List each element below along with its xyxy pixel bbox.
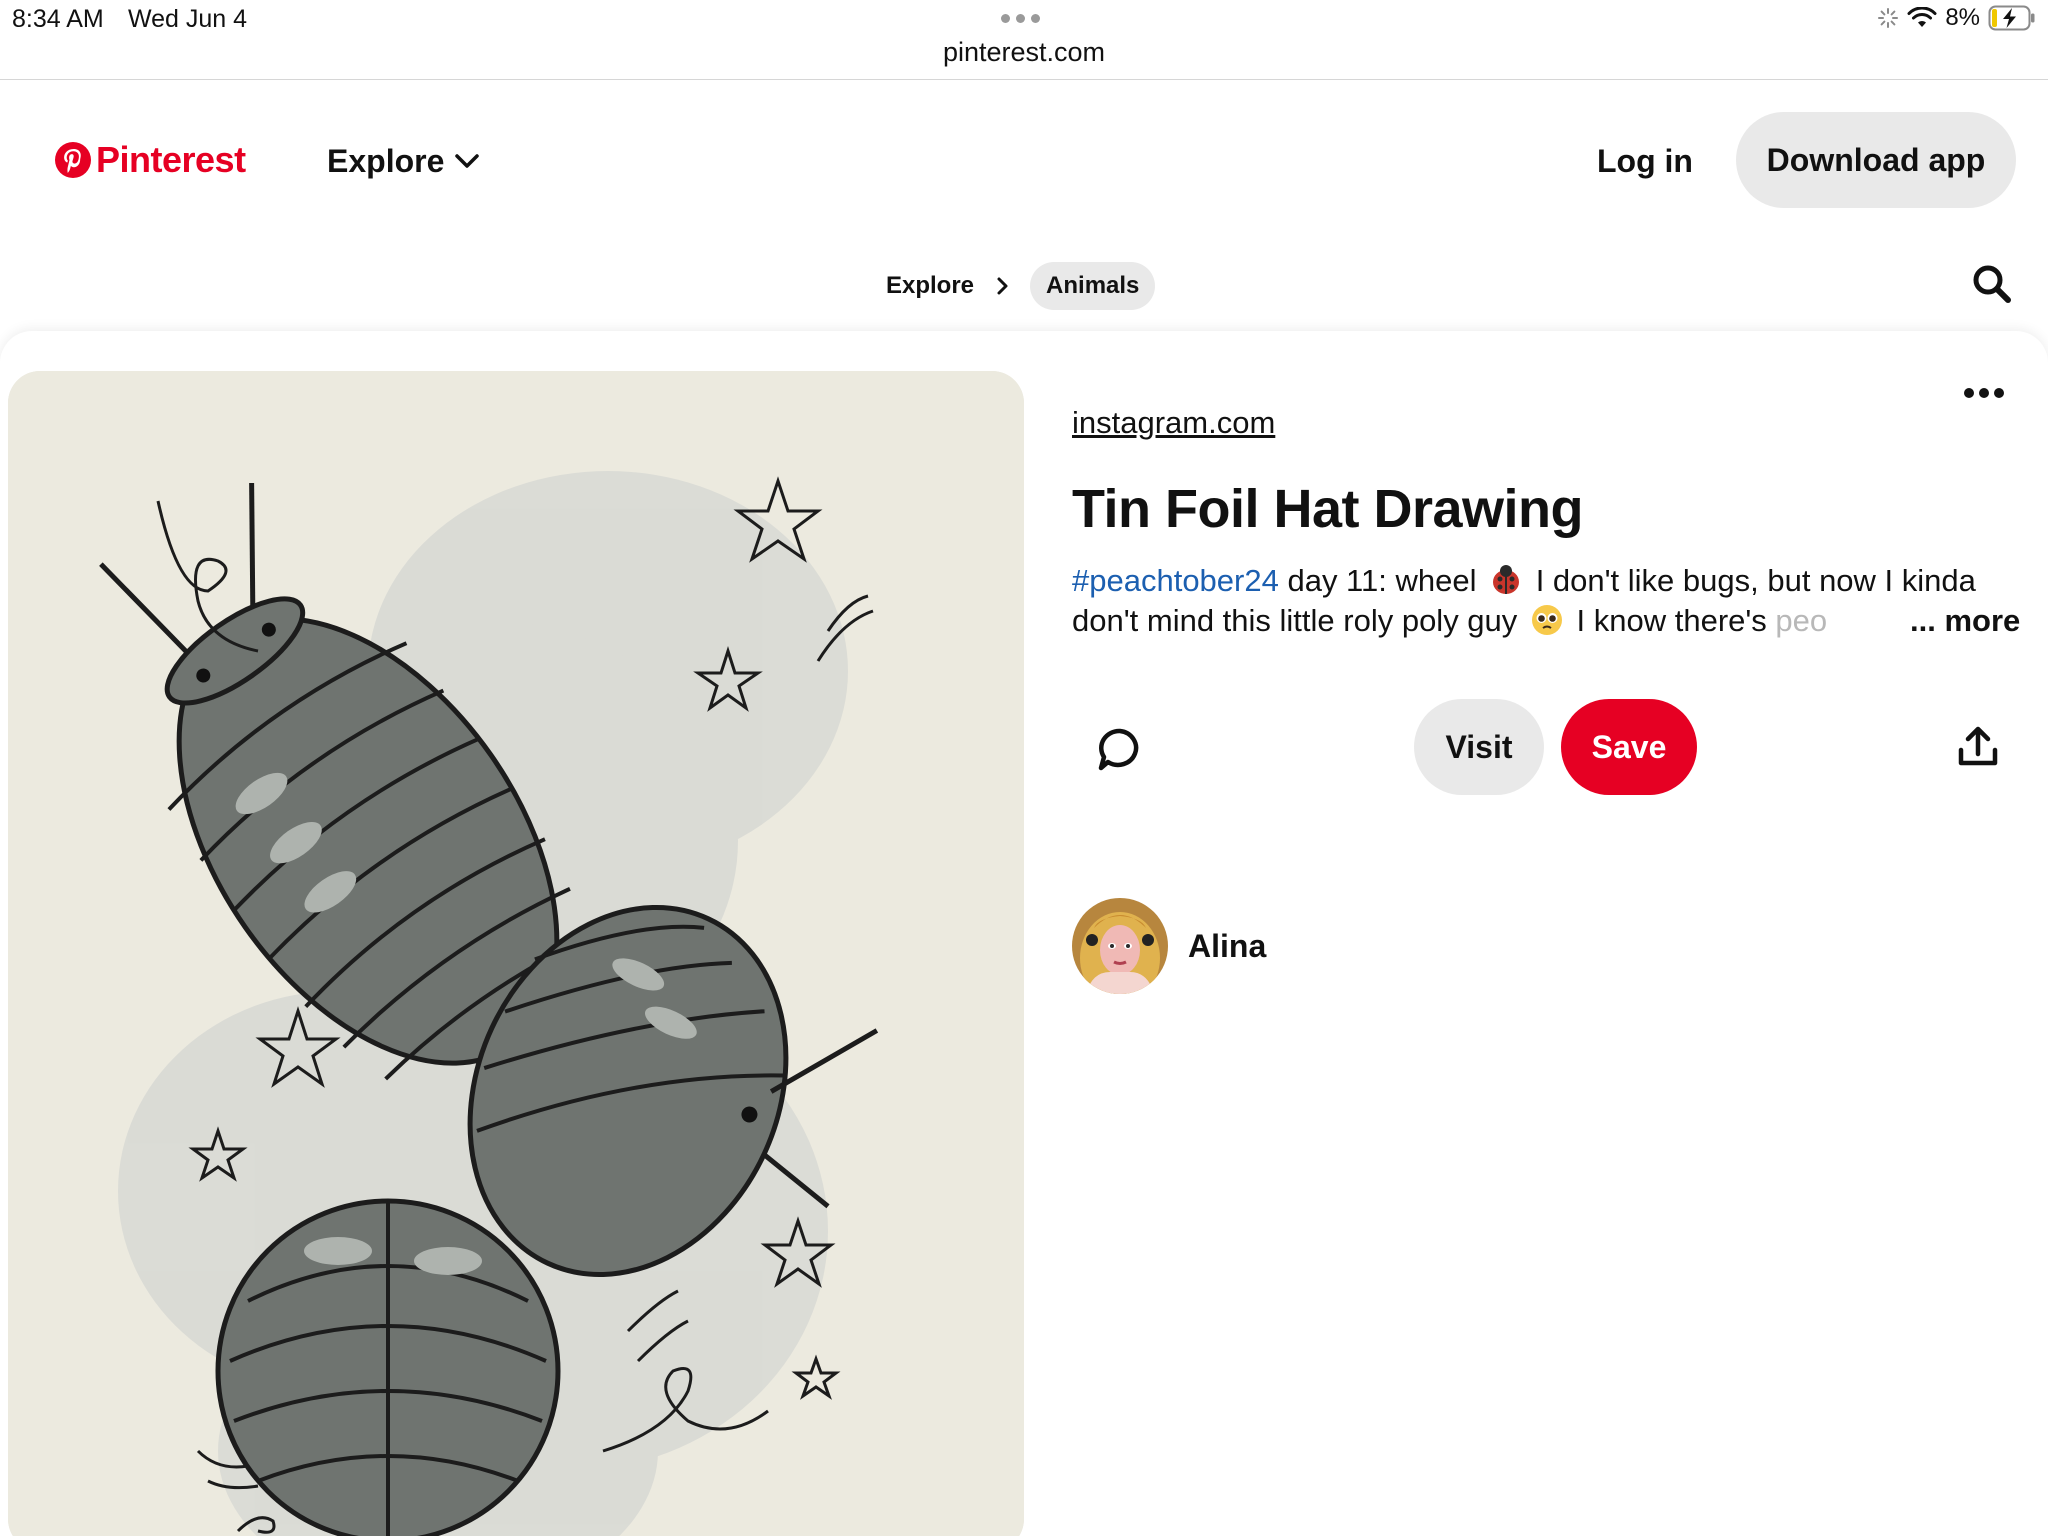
breadcrumb-animals[interactable]: Animals [1030, 262, 1156, 310]
multitasking-dots-icon[interactable] [1001, 14, 1040, 23]
more-options-button[interactable] [1958, 372, 2010, 414]
address-bar-url[interactable]: pinterest.com [0, 37, 2048, 68]
logo-wordmark: Pinterest [96, 139, 246, 180]
description-faded-text: peo [1775, 603, 1828, 638]
breadcrumb: Explore Animals [884, 262, 1156, 310]
pleading-face-emoji-icon [1531, 604, 1562, 635]
status-time: 8:34 AM [12, 5, 104, 33]
creator-profile[interactable]: Alina [1072, 898, 1266, 994]
description-text-3: I know there's [1567, 603, 1776, 638]
status-bar: 8:34 AM Wed Jun 4 pinterest.com 8% [0, 0, 2048, 80]
chevron-right-icon [986, 269, 1020, 303]
hashtag-link[interactable]: #peachtober24 [1072, 563, 1279, 598]
login-link[interactable]: Log in [1597, 138, 1693, 184]
ellipsis-icon [1964, 388, 2004, 398]
creator-name: Alina [1188, 927, 1267, 964]
battery-charging-icon [1988, 5, 2035, 31]
pin-source-link[interactable]: instagram.com [1072, 405, 1275, 441]
visit-button[interactable]: Visit [1414, 699, 1544, 795]
chevron-down-icon [455, 154, 480, 168]
creator-avatar-image [1072, 898, 1168, 994]
comment-button[interactable] [1094, 724, 1146, 776]
pinterest-logo[interactable]: Pinterest [54, 139, 246, 181]
status-date: Wed Jun 4 [128, 5, 248, 33]
comment-bubble-icon [1098, 728, 1139, 771]
explore-label: Explore [327, 142, 445, 179]
save-button[interactable]: Save [1561, 699, 1697, 795]
pinterest-pin-page: 8:34 AM Wed Jun 4 pinterest.com 8% Pinte… [0, 0, 2048, 1536]
roly-poly-illustration [8, 371, 1024, 1536]
status-indicators: 8% [1877, 4, 2036, 32]
read-more-link[interactable]: ... more [1880, 601, 2021, 641]
battery-percent: 8% [1945, 4, 1980, 31]
breadcrumb-explore[interactable]: Explore [884, 272, 976, 300]
avatar[interactable] [1072, 898, 1168, 994]
pinterest-logo-icon [55, 142, 91, 178]
search-button[interactable] [1970, 262, 2014, 306]
share-upload-icon [1958, 726, 1998, 766]
pin-image[interactable] [8, 371, 1024, 1536]
wifi-icon [1907, 7, 1937, 27]
ladybug-emoji-icon [1493, 564, 1520, 594]
share-button[interactable] [1955, 724, 2001, 770]
search-icon [1973, 265, 2011, 303]
explore-menu-button[interactable]: Explore [327, 138, 480, 184]
description-text-1: day 11: wheel [1278, 563, 1486, 598]
download-app-button[interactable]: Download app [1736, 112, 2016, 208]
pin-title: Tin Foil Hat Drawing [1072, 479, 1584, 539]
activity-spinner-icon [1878, 8, 1899, 28]
